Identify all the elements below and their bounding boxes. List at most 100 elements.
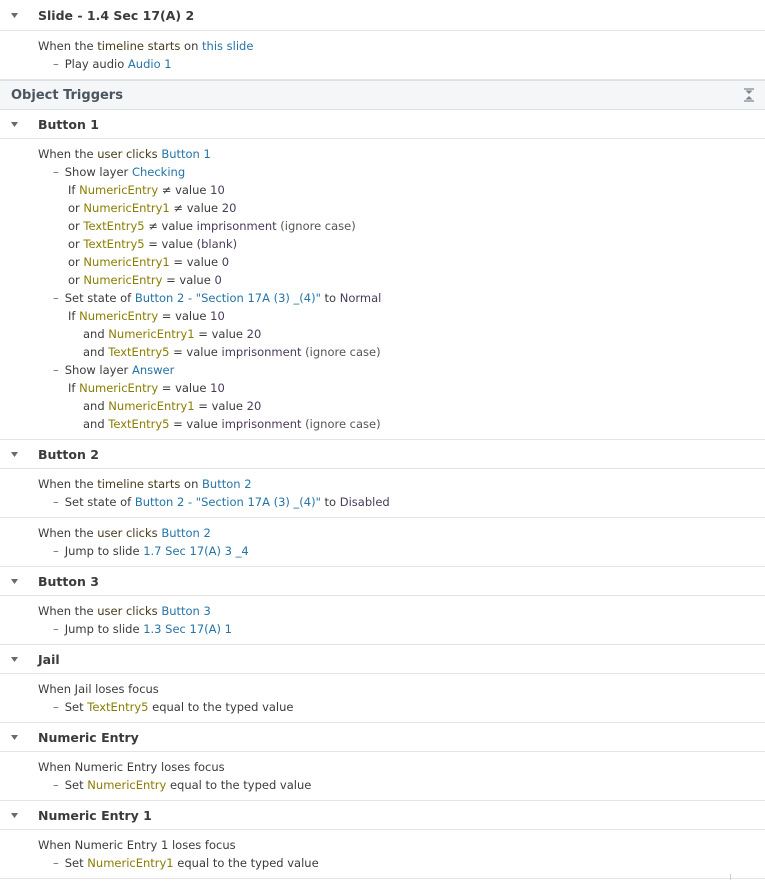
button2-title: Button 2 xyxy=(38,446,99,462)
chevron-down-icon[interactable] xyxy=(11,451,18,458)
conditions-checking: If NumericEntry ≠ value 10 or NumericEntr… xyxy=(38,181,765,289)
button3-trigger[interactable]: When the user clicks Button 3 – Jump to s… xyxy=(0,596,765,645)
trigger-action[interactable]: – Jump to slide 1.7 Sec 17(A) 3 _4 xyxy=(38,542,765,560)
condition-var[interactable]: NumericEntry1 xyxy=(83,255,169,269)
condition-tail: (ignore case) xyxy=(301,417,381,431)
jail-header[interactable]: Jail xyxy=(0,645,765,674)
condition-line[interactable]: and TextEntry5 = value imprisonment (ign… xyxy=(38,415,765,433)
condition-val: 0 xyxy=(214,273,222,287)
condition-line[interactable]: or TextEntry5 ≠ value imprisonment (igno… xyxy=(38,217,765,235)
slide-trigger[interactable]: When the timeline starts on this slide –… xyxy=(0,31,765,80)
jail-title: Jail xyxy=(38,651,60,667)
triggers-panel: Slide - 1.4 Sec 17(A) 2 When the timelin… xyxy=(0,0,765,882)
numeric-entry1-header[interactable]: Numeric Entry 1 xyxy=(0,801,765,830)
condition-line[interactable]: and NumericEntry1 = value 20 xyxy=(38,325,765,343)
dash-icon: – xyxy=(53,165,59,179)
trigger-when: When the timeline starts on Button 2 xyxy=(38,477,252,491)
condition-var[interactable]: NumericEntry xyxy=(79,183,158,197)
trigger-action-show-answer[interactable]: – Show layer Answer xyxy=(38,361,765,379)
condition-line[interactable]: If NumericEntry = value 10 xyxy=(38,379,765,397)
conditions-answer: If NumericEntry = value 10 and NumericEnt… xyxy=(38,379,765,433)
condition-op: = value xyxy=(158,309,211,323)
chevron-down-icon[interactable] xyxy=(11,12,18,19)
chevron-down-icon[interactable] xyxy=(11,121,18,128)
numeric-entry-header[interactable]: Numeric Entry xyxy=(0,723,765,752)
condition-var[interactable]: TextEntry5 xyxy=(83,219,144,233)
condition-line[interactable]: or NumericEntry1 = value 0 xyxy=(38,253,765,271)
chevron-down-icon[interactable] xyxy=(11,656,18,663)
condition-var[interactable]: NumericEntry1 xyxy=(108,399,194,413)
condition-pre: and xyxy=(83,417,109,431)
dash-icon: – xyxy=(53,778,59,792)
trigger-action[interactable]: – Set NumericEntry equal to the typed val… xyxy=(38,776,765,794)
condition-op: = value xyxy=(169,417,222,431)
condition-pre: or xyxy=(68,219,84,233)
chevron-down-icon[interactable] xyxy=(11,734,18,741)
chevron-down-icon[interactable] xyxy=(11,578,18,585)
dash-icon: – xyxy=(53,57,59,71)
trigger-action[interactable]: – Set state of Button 2 - "Section 17A (3… xyxy=(38,493,765,511)
condition-op: = value xyxy=(169,255,222,269)
button2-header[interactable]: Button 2 xyxy=(0,440,765,469)
collapse-all-icon[interactable] xyxy=(743,88,755,102)
trigger-action[interactable]: – Set TextEntry5 equal to the typed value xyxy=(38,698,765,716)
trigger-when: When Numeric Entry 1 loses focus xyxy=(38,838,236,852)
button2-trigger-2[interactable]: When the user clicks Button 2 – Jump to s… xyxy=(0,518,765,567)
condition-var[interactable]: NumericEntry xyxy=(79,381,158,395)
condition-var[interactable]: NumericEntry1 xyxy=(108,327,194,341)
condition-op: = value xyxy=(194,327,247,341)
button1-trigger[interactable]: When the user clicks Button 1 – Show laye… xyxy=(0,139,765,440)
condition-line[interactable]: or NumericEntry = value 0 xyxy=(38,271,765,289)
condition-val: 20 xyxy=(246,327,262,341)
condition-var[interactable]: NumericEntry1 xyxy=(83,201,169,215)
condition-var[interactable]: NumericEntry xyxy=(79,309,158,323)
condition-val: 20 xyxy=(246,399,262,413)
condition-line[interactable]: If NumericEntry = value 10 xyxy=(38,307,765,325)
condition-pre: or xyxy=(68,273,84,287)
trigger-when: When Numeric Entry loses focus xyxy=(38,760,225,774)
dash-icon: – xyxy=(53,495,59,509)
condition-pre: and xyxy=(83,399,109,413)
button1-header[interactable]: Button 1 xyxy=(0,110,765,139)
trigger-action-show-checking[interactable]: – Show layer Checking xyxy=(38,163,765,181)
condition-val: 10 xyxy=(210,183,225,197)
condition-op: = value xyxy=(194,399,247,413)
slide-trigger-header[interactable]: Slide - 1.4 Sec 17(A) 2 xyxy=(0,0,765,31)
jail-trigger[interactable]: When Jail loses focus – Set TextEntry5 eq… xyxy=(0,674,765,723)
numeric-entry1-trigger[interactable]: When Numeric Entry 1 loses focus – Set Nu… xyxy=(0,830,765,879)
condition-val: 0 xyxy=(221,255,230,269)
condition-var[interactable]: TextEntry5 xyxy=(108,345,169,359)
button2-trigger-1[interactable]: When the timeline starts on Button 2 – Se… xyxy=(0,469,765,518)
dash-icon: – xyxy=(53,544,59,558)
condition-line[interactable]: or TextEntry5 = value (blank) xyxy=(38,235,765,253)
trigger-when: When the timeline starts on this slide xyxy=(38,39,254,53)
condition-op: ≠ value xyxy=(169,201,222,215)
condition-line[interactable]: or NumericEntry1 ≠ value 20 xyxy=(38,199,765,217)
trigger-action-set-state[interactable]: – Set state of Button 2 - "Section 17A (3… xyxy=(38,289,765,307)
condition-op: ≠ value xyxy=(144,219,197,233)
condition-pre: If xyxy=(68,381,80,395)
trigger-action[interactable]: – Play audio Audio 1 xyxy=(38,55,765,73)
trigger-when: When the user clicks Button 2 xyxy=(38,526,211,540)
dash-icon: – xyxy=(53,291,59,305)
condition-line[interactable]: and NumericEntry1 = value 20 xyxy=(38,397,765,415)
condition-val: imprisonment xyxy=(196,219,277,233)
condition-var[interactable]: TextEntry5 xyxy=(83,237,144,251)
condition-pre: and xyxy=(83,345,109,359)
condition-tail: (ignore case) xyxy=(276,219,356,233)
condition-line[interactable]: and TextEntry5 = value imprisonment (ign… xyxy=(38,343,765,361)
condition-op: = value xyxy=(158,381,211,395)
object-triggers-header[interactable]: Object Triggers xyxy=(0,80,765,110)
button3-header[interactable]: Button 3 xyxy=(0,567,765,596)
condition-var[interactable]: TextEntry5 xyxy=(108,417,169,431)
condition-pre: or xyxy=(68,237,84,251)
trigger-action[interactable]: – Jump to slide 1.3 Sec 17(A) 1 xyxy=(38,620,765,638)
numeric-entry-trigger[interactable]: When Numeric Entry loses focus – Set Nume… xyxy=(0,752,765,801)
condition-line[interactable]: If NumericEntry ≠ value 10 xyxy=(38,181,765,199)
condition-val: 10 xyxy=(210,381,225,395)
condition-op: = value xyxy=(144,237,197,251)
trigger-action[interactable]: – Set NumericEntry1 equal to the typed va… xyxy=(38,854,765,872)
chevron-down-icon[interactable] xyxy=(11,812,18,819)
condition-val: 10 xyxy=(210,309,225,323)
condition-var[interactable]: NumericEntry xyxy=(83,273,162,287)
